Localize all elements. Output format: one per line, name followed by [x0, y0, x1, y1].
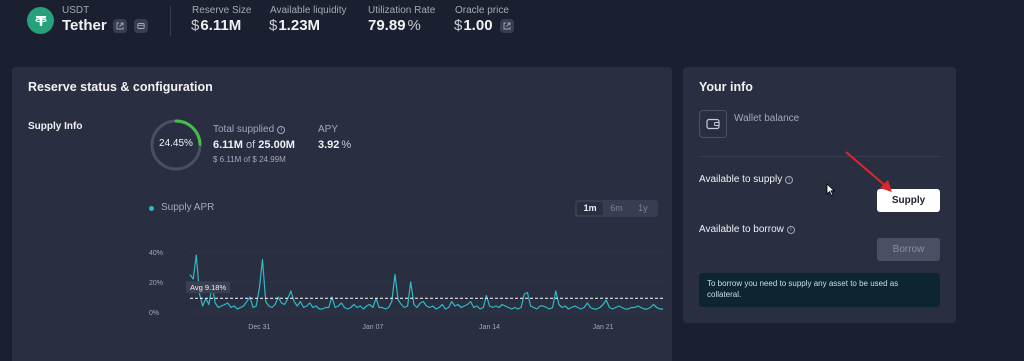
token-symbol: USDT [62, 5, 90, 16]
time-range-selector: 1m 6m 1y [575, 200, 658, 217]
borrow-button[interactable]: Borrow [877, 238, 940, 261]
supply-apr-chart: 0% 20% 40% Dec 31 Jan 07 Jan 14 Jan 21 Avg 9.18… [149, 250, 663, 331]
y-tick-label: 0% [149, 310, 159, 317]
y-tick-label: 40% [149, 250, 163, 257]
apy-label: APY [318, 124, 339, 135]
x-tick-label: Jan 21 [593, 324, 614, 331]
chart-legend: Supply APR [161, 202, 215, 213]
your-info-panel: Your info Wallet balance Available to su… [683, 67, 956, 323]
reserve-size-value: $6.11M [191, 17, 242, 34]
x-tick-label: Jan 14 [479, 324, 500, 331]
divider [699, 156, 940, 157]
apy-value: 3.92% [318, 139, 352, 151]
available-liquidity-label: Available liquidity [270, 5, 347, 16]
borrow-notice: To borrow you need to supply any asset t… [699, 273, 940, 307]
info-icon[interactable]: i [277, 126, 286, 134]
reserve-panel-title: Reserve status & configuration [28, 80, 213, 94]
available-to-borrow-label: Available to borrow i [699, 224, 795, 235]
utilization-rate-value: 79.89% [368, 17, 421, 34]
reserve-header: USDT Tether Reserve Size $6.11M Availabl… [0, 0, 1024, 60]
oracle-price-value: $1.00 [454, 17, 493, 34]
red-arrow-annotation [845, 151, 892, 192]
mouse-cursor-icon [826, 183, 835, 196]
total-supplied-usd: $ 6.11M of $ 24.99M [213, 155, 286, 164]
wallet-icon [699, 110, 727, 138]
range-1m-button[interactable]: 1m [577, 202, 604, 215]
header-divider [170, 6, 171, 36]
reserve-status-panel: Reserve status & configuration Supply In… [12, 67, 672, 361]
oracle-price-label: Oracle price [455, 5, 509, 16]
oracle-link-icon[interactable] [500, 19, 514, 33]
available-to-supply-label: Available to supply i [699, 174, 794, 185]
external-link-icon[interactable] [113, 19, 127, 33]
utilization-rate-label: Utilization Rate [368, 5, 436, 16]
x-tick-label: Jan 07 [362, 324, 383, 331]
total-supplied-value: 6.11M of 25.00M [213, 139, 295, 151]
info-icon[interactable]: i [786, 226, 795, 234]
average-label: Avg 9.18% [190, 283, 226, 292]
total-supplied-label: Total supplied i [213, 124, 286, 135]
x-tick-label: Dec 31 [248, 324, 270, 331]
y-tick-label: 20% [149, 280, 163, 287]
reserve-size-label: Reserve Size [192, 5, 252, 16]
info-icon[interactable]: i [785, 176, 794, 184]
wallet-balance-label: Wallet balance [734, 113, 800, 124]
your-info-title: Your info [699, 80, 753, 94]
tether-logo-icon [27, 7, 54, 34]
available-liquidity-value: $1.23M [269, 17, 321, 34]
legend-dot [149, 206, 154, 211]
range-1y-button[interactable]: 1y [630, 202, 656, 215]
wallet-add-icon[interactable] [134, 19, 148, 33]
range-6m-button[interactable]: 6m [603, 202, 629, 215]
supply-info-label: Supply Info [28, 121, 83, 132]
supply-cap-percent: 24.45% [159, 138, 193, 149]
token-name: Tether [62, 17, 107, 34]
